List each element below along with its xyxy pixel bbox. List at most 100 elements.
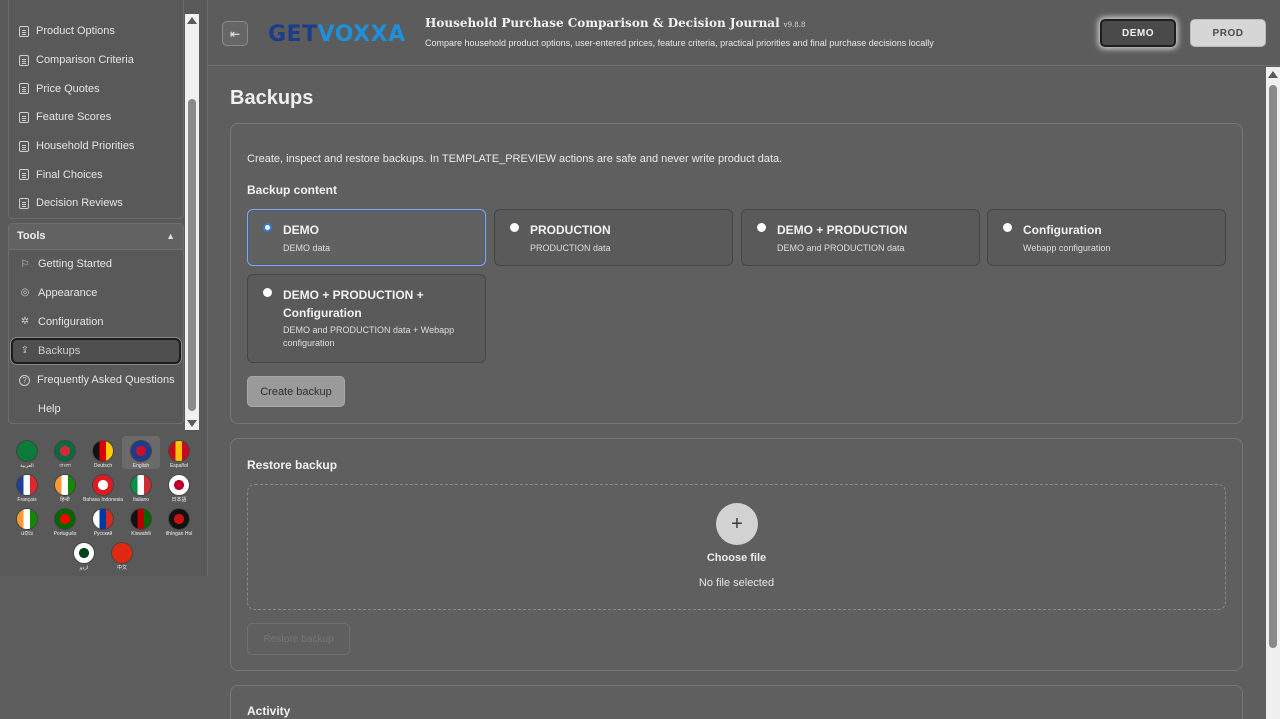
backup-option-desc: Webapp configuration <box>1023 243 1111 253</box>
sidebar-item-comparison-criteria[interactable]: Comparison Criteria <box>9 46 183 75</box>
flag-icon: ⚐ <box>20 258 30 270</box>
create-backup-button[interactable]: Create backup <box>247 376 345 407</box>
env-demo-button[interactable]: DEMO <box>1100 19 1176 47</box>
plus-icon[interactable]: + <box>716 503 758 545</box>
backup-content-label: Backup content <box>247 183 338 197</box>
language-option[interactable]: Français <box>8 470 46 503</box>
choose-file-label[interactable]: Choose file <box>248 552 1225 564</box>
sidebar-item-help[interactable]: Help <box>9 395 183 424</box>
sidebar-item-label: Backups <box>38 344 81 357</box>
env-prod-button[interactable]: PROD <box>1190 19 1266 47</box>
backup-option-demo[interactable]: DEMO DEMO data <box>247 209 486 266</box>
sidebar-item-household-priorities[interactable]: Household Priorities <box>9 132 183 161</box>
sidebar-item-feature-scores[interactable]: Feature Scores <box>9 103 183 132</box>
scroll-up-icon[interactable] <box>187 17 197 24</box>
main-scrollbar[interactable] <box>1266 67 1280 719</box>
app-root: Product Options Comparison Criteria Pric… <box>0 0 1280 719</box>
document-icon <box>19 25 29 37</box>
sidebar-item-decision-reviews[interactable]: Decision Reviews <box>9 189 183 218</box>
language-option[interactable]: Português <box>46 504 84 537</box>
flag-icon <box>16 440 38 462</box>
sidebar-item-label: Decision Reviews <box>36 197 123 210</box>
radio-selected-icon[interactable] <box>263 223 272 232</box>
scroll-up-icon[interactable] <box>1268 71 1278 78</box>
gear-icon: ✲ <box>20 316 30 328</box>
backups-intro-text: Create, inspect and restore backups. In … <box>247 153 783 165</box>
backup-option-configuration[interactable]: Configuration Webapp configuration <box>987 209 1226 266</box>
sidebar-scrollbar[interactable] <box>185 14 199 430</box>
language-option[interactable]: Русский <box>84 504 122 537</box>
language-option[interactable]: Kiswahili <box>122 504 160 537</box>
language-option[interactable]: tlhIngan Hol <box>160 504 198 537</box>
sidebar-item-label: Configuration <box>38 315 104 328</box>
radio-icon[interactable] <box>263 288 272 297</box>
app-version: v9.8.8 <box>783 21 806 29</box>
restore-backup-title: Restore backup <box>247 458 338 472</box>
language-option[interactable]: اردو <box>65 538 103 571</box>
sidebar-item-faq[interactable]: ? Frequently Asked Questions <box>9 366 183 395</box>
no-file-selected-text: No file selected <box>698 577 775 589</box>
backup-option-all[interactable]: DEMO + PRODUCTION + Configuration DEMO a… <box>247 274 486 363</box>
language-label: Deutsch <box>93 463 113 469</box>
sidebar: Product Options Comparison Criteria Pric… <box>0 0 208 576</box>
scroll-down-icon[interactable] <box>187 420 197 427</box>
flag-icon <box>111 542 133 564</box>
language-option[interactable]: Español <box>160 436 198 469</box>
tools-group: Tools ▲ ⚐ Getting Started ◎ Appearance ✲ Co… <box>8 222 184 425</box>
backup-option-desc: DEMO and PRODUCTION data + Webapp config… <box>283 325 455 348</box>
logo-text-b: V <box>317 22 335 47</box>
radio-icon[interactable] <box>1003 223 1012 232</box>
language-option[interactable]: English <box>122 436 160 469</box>
sidebar-item-product-options[interactable]: Product Options <box>9 17 183 46</box>
sidebar-scroll-area: Product Options Comparison Criteria Pric… <box>0 0 200 432</box>
language-option[interactable]: বাংলা <box>46 436 84 469</box>
flag-icon <box>130 440 152 462</box>
document-icon <box>19 140 29 152</box>
app-title: Household Purchase Comparison & Decision… <box>425 16 805 30</box>
radio-icon[interactable] <box>757 223 766 232</box>
language-option[interactable]: Bahasa Indonesia <box>83 470 123 503</box>
scrollbar-thumb[interactable] <box>1269 85 1277 648</box>
backup-option-demo-production[interactable]: DEMO + PRODUCTION DEMO and PRODUCTION da… <box>741 209 980 266</box>
tools-header[interactable]: Tools ▲ <box>9 223 183 250</box>
document-icon <box>19 197 29 209</box>
backup-option-title: Configuration <box>1023 223 1102 237</box>
language-option[interactable]: العربية <box>8 436 46 469</box>
language-row: اردو 中文 <box>8 538 198 571</box>
language-label: हिन्दी <box>60 497 70 503</box>
language-option[interactable]: Italiano <box>122 470 160 503</box>
sidebar-item-final-choices[interactable]: Final Choices <box>9 160 183 189</box>
question-icon: ? <box>19 374 30 386</box>
sidebar-item-price-quotes[interactable]: Price Quotes <box>9 74 183 103</box>
sidebar-item-configuration[interactable]: ✲ Configuration <box>9 307 183 336</box>
language-row: Français हिन्दी Bahasa Indonesia Italiano 日本… <box>8 470 198 503</box>
file-dropzone[interactable]: + Choose file No file selected <box>247 484 1226 610</box>
language-option[interactable]: ଓଡ଼ିଆ <box>8 504 46 537</box>
flag-icon <box>130 474 152 496</box>
language-label: 日本語 <box>171 497 187 503</box>
backup-option-production[interactable]: PRODUCTION PRODUCTION data <box>494 209 733 266</box>
backup-option-desc: DEMO data <box>283 243 331 253</box>
language-label: اردو <box>79 565 89 571</box>
language-option[interactable]: 中文 <box>103 538 141 571</box>
help-spacer <box>19 403 31 415</box>
collapse-sidebar-button[interactable]: ⇤ <box>222 21 248 46</box>
chevron-up-icon: ▲ <box>166 231 175 242</box>
language-option[interactable]: Deutsch <box>84 436 122 469</box>
radio-icon[interactable] <box>510 223 519 232</box>
sidebar-item-label: Household Priorities <box>36 140 135 153</box>
flag-icon <box>168 474 190 496</box>
scrollbar-thumb[interactable] <box>188 99 196 411</box>
palette-icon: ◎ <box>20 287 30 299</box>
flag-icon <box>92 440 114 462</box>
app-logo: GETVOXXA <box>268 18 410 52</box>
sidebar-item-backups[interactable]: ⇪ Backups <box>11 337 181 364</box>
app-subtitle: Compare household product options, user-… <box>425 38 934 48</box>
flag-icon <box>16 474 38 496</box>
sidebar-item-getting-started[interactable]: ⚐ Getting Started <box>9 250 183 279</box>
language-option[interactable]: हिन्दी <box>46 470 84 503</box>
restore-backup-button[interactable]: Restore backup <box>247 623 350 655</box>
logo-text-a: GET <box>268 22 318 47</box>
sidebar-item-appearance[interactable]: ◎ Appearance <box>9 279 183 308</box>
language-option[interactable]: 日本語 <box>160 470 198 503</box>
